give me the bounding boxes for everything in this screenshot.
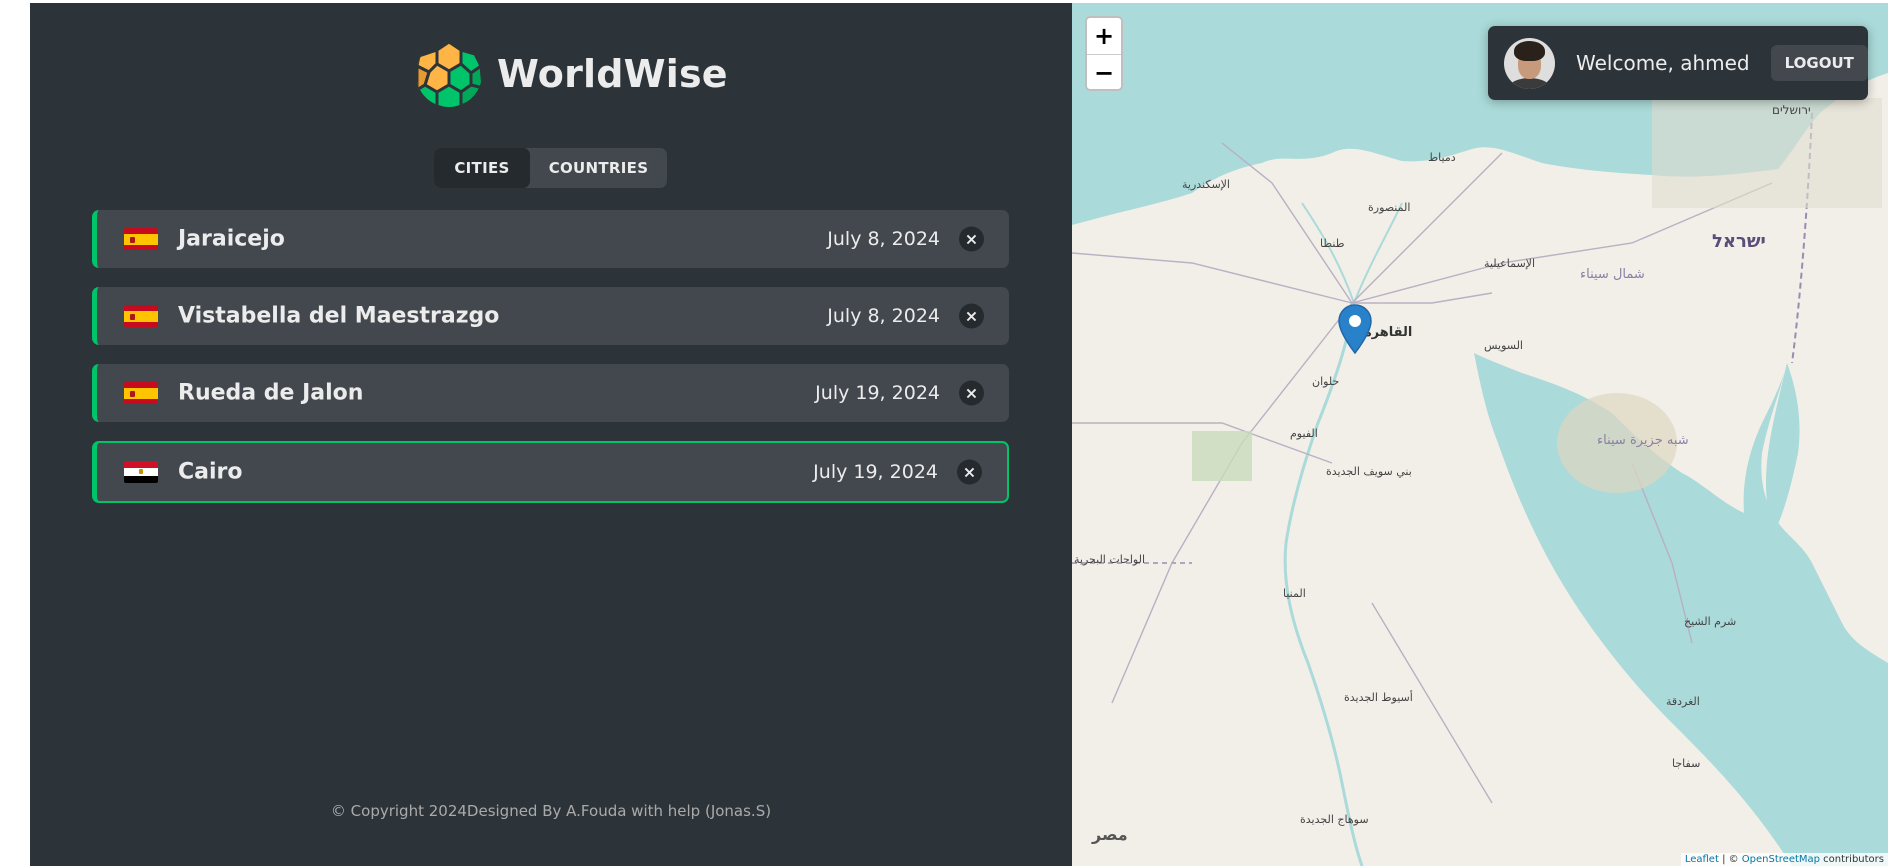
city-name: Rueda de Jalon — [178, 380, 364, 406]
close-icon: × — [964, 306, 979, 326]
map-label-north-sinai: شمال سيناء — [1580, 267, 1645, 282]
map-label-bahariya: الواحات البحرية — [1074, 553, 1146, 566]
city-item-active[interactable]: Cairo July 19, 2024 × — [92, 441, 1009, 503]
user-panel: Welcome, ahmed Logout — [1488, 26, 1868, 100]
map-label-safaga: سفاجا — [1672, 757, 1701, 770]
delete-city-button[interactable]: × — [957, 459, 982, 485]
map-label-alexandria: الإسكندرية — [1182, 178, 1230, 191]
spain-flag-icon — [124, 382, 158, 404]
map-label-mansoura: المنصورة — [1368, 201, 1411, 214]
map-label-israel: ישראל — [1712, 231, 1766, 252]
osm-link[interactable]: OpenStreetMap — [1742, 854, 1820, 865]
tab-countries[interactable]: Countries — [530, 148, 667, 188]
delete-city-button[interactable]: × — [959, 303, 984, 329]
map-label-ismailia: الإسماعيلية — [1484, 257, 1535, 270]
city-item[interactable]: Jaraicejo July 8, 2024 × — [92, 210, 1009, 268]
tab-cities[interactable]: Cities — [434, 148, 530, 188]
map-label-sohag: سوهاج الجديدة — [1300, 813, 1369, 826]
sidebar: WorldWise Cities Countries Jaraicejo Jul… — [30, 3, 1072, 866]
welcome-text: Welcome, ahmed — [1576, 51, 1750, 75]
attribution-separator: | © — [1718, 854, 1742, 865]
map-label-beni-suef: بني سويف الجديدة — [1326, 465, 1412, 478]
map-label-jerusalem: ירושלים — [1772, 103, 1811, 117]
footer-copyright: © Copyright 2024Designed By A.Fouda with… — [330, 802, 772, 820]
map-label-tanta: طنطا — [1320, 237, 1345, 250]
city-name: Vistabella del Maestrazgo — [178, 303, 500, 329]
map-label-damietta: دمياط — [1428, 151, 1456, 164]
map-label-helwan: حلوان — [1312, 375, 1340, 388]
map-label-hurghada: الغردقة — [1666, 695, 1700, 708]
map-label-suez: السويس — [1484, 339, 1523, 352]
map[interactable]: مصر ישראל القاهرة الإسكندرية السويس شمال… — [1072, 3, 1888, 866]
city-date: July 8, 2024 — [827, 305, 940, 327]
zoom-in-icon[interactable]: + — [1087, 18, 1121, 55]
spain-flag-icon — [124, 305, 158, 327]
delete-city-button[interactable]: × — [959, 226, 984, 252]
app-frame: WorldWise Cities Countries Jaraicejo Jul… — [30, 3, 1888, 866]
zoom-control: + − — [1085, 16, 1123, 91]
map-label-sharm: شرم الشيخ — [1684, 615, 1737, 628]
logout-button[interactable]: Logout — [1770, 45, 1868, 81]
leaflet-link[interactable]: Leaflet — [1685, 854, 1719, 865]
view-tabs: Cities Countries — [434, 148, 667, 188]
attribution-suffix: contributors — [1820, 854, 1884, 865]
close-icon: × — [964, 229, 979, 249]
map-tiles[interactable] — [1072, 3, 1888, 866]
close-icon: × — [964, 383, 979, 403]
city-name: Jaraicejo — [178, 226, 285, 252]
spain-flag-icon — [124, 228, 158, 250]
map-marker-icon[interactable] — [1338, 304, 1372, 354]
avatar — [1504, 37, 1555, 89]
logo-text: WorldWise — [497, 52, 728, 96]
city-list: Jaraicejo July 8, 2024 × Vistabella del … — [92, 210, 1009, 522]
city-date: July 8, 2024 — [827, 228, 940, 250]
globe-logo-icon — [416, 41, 482, 107]
logo[interactable]: WorldWise — [415, 40, 728, 108]
map-label-egypt: مصر — [1092, 825, 1128, 844]
city-item[interactable]: Vistabella del Maestrazgo July 8, 2024 × — [92, 287, 1009, 345]
city-date: July 19, 2024 — [815, 382, 940, 404]
city-name: Cairo — [178, 459, 243, 485]
map-label-sinai-peninsula: شبه جزيرة سيناء — [1597, 433, 1689, 448]
city-item[interactable]: Rueda de Jalon July 19, 2024 × — [92, 364, 1009, 422]
city-date: July 19, 2024 — [813, 461, 938, 483]
delete-city-button[interactable]: × — [959, 380, 984, 406]
map-label-asyut: أسيوط الجديدة — [1344, 691, 1413, 704]
map-attribution: Leaflet | © OpenStreetMap contributors — [1680, 853, 1888, 866]
map-label-fayoum: الفيوم — [1290, 427, 1318, 440]
egypt-flag-icon — [124, 461, 158, 483]
map-label-minya: المنيا — [1283, 587, 1306, 600]
close-icon: × — [962, 462, 977, 482]
zoom-out-icon[interactable]: − — [1087, 55, 1121, 91]
